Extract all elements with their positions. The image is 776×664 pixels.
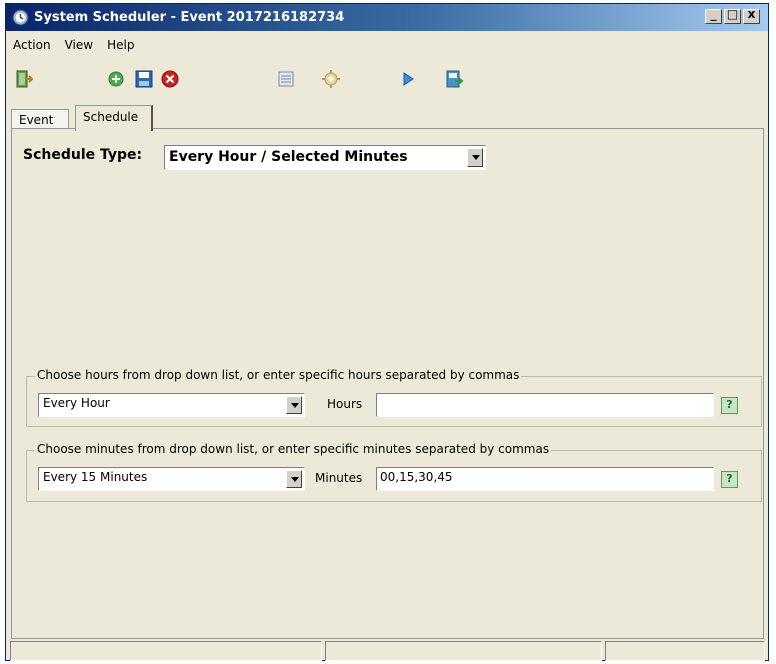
- hours-group-title: Choose hours from drop down list, or ent…: [35, 368, 522, 382]
- minutes-dropdown-value: Every 15 Minutes: [43, 470, 148, 484]
- minutes-dropdown[interactable]: Every 15 Minutes: [38, 467, 305, 491]
- menu-help[interactable]: Help: [100, 35, 141, 57]
- minutes-group-title: Choose minutes from drop down list, or e…: [35, 442, 552, 456]
- minimize-button[interactable]: _: [705, 7, 722, 24]
- run-icon[interactable]: [398, 69, 418, 89]
- settings-icon[interactable]: [321, 69, 341, 89]
- minutes-label: Minutes: [315, 471, 363, 485]
- toolbar: [6, 64, 768, 92]
- minutes-input-value: 00,15,30,45: [380, 470, 453, 484]
- save-icon[interactable]: [134, 69, 154, 89]
- minutes-help-icon[interactable]: ?: [721, 471, 738, 488]
- chevron-down-icon[interactable]: [286, 470, 302, 488]
- hours-dropdown-value: Every Hour: [43, 396, 110, 410]
- menu-view[interactable]: View: [58, 35, 100, 57]
- chevron-down-icon[interactable]: [467, 148, 483, 167]
- status-bar: [10, 641, 766, 661]
- status-panel-3: [605, 641, 765, 661]
- chevron-down-icon[interactable]: [286, 396, 302, 414]
- hours-label: Hours: [327, 397, 363, 411]
- schedule-type-label: Schedule Type:: [23, 147, 143, 163]
- hours-dropdown[interactable]: Every Hour: [38, 393, 305, 417]
- minimize-icon: _: [710, 7, 717, 21]
- minutes-input[interactable]: 00,15,30,45: [376, 467, 714, 491]
- maximize-button[interactable]: □: [724, 7, 741, 24]
- exit-icon[interactable]: [14, 69, 34, 89]
- menu-action[interactable]: Action: [6, 35, 58, 57]
- maximize-icon: □: [726, 7, 739, 21]
- close-button[interactable]: x: [743, 7, 760, 24]
- title-bar[interactable]: System Scheduler - Event 2017216182734 _…: [6, 4, 768, 31]
- status-panel-2: [325, 641, 602, 661]
- delete-icon[interactable]: [160, 69, 180, 89]
- schedule-type-dropdown[interactable]: Every Hour / Selected Minutes: [164, 145, 486, 170]
- scheduler-app-icon: [12, 9, 29, 26]
- status-panel-1: [10, 641, 322, 661]
- list-icon[interactable]: [276, 69, 296, 89]
- schedule-type-value: Every Hour / Selected Minutes: [169, 149, 408, 165]
- hours-input[interactable]: [376, 393, 714, 417]
- tab-schedule[interactable]: Schedule: [75, 105, 153, 131]
- app-window: System Scheduler - Event 2017216182734 _…: [5, 3, 769, 661]
- tab-event[interactable]: Event: [11, 109, 69, 129]
- window-title: System Scheduler - Event 2017216182734: [34, 10, 345, 25]
- add-icon[interactable]: [106, 69, 126, 89]
- hours-help-icon[interactable]: ?: [721, 397, 738, 414]
- menu-bar: Action View Help: [6, 35, 141, 57]
- close-icon: x: [747, 7, 756, 21]
- export-icon[interactable]: [444, 69, 464, 89]
